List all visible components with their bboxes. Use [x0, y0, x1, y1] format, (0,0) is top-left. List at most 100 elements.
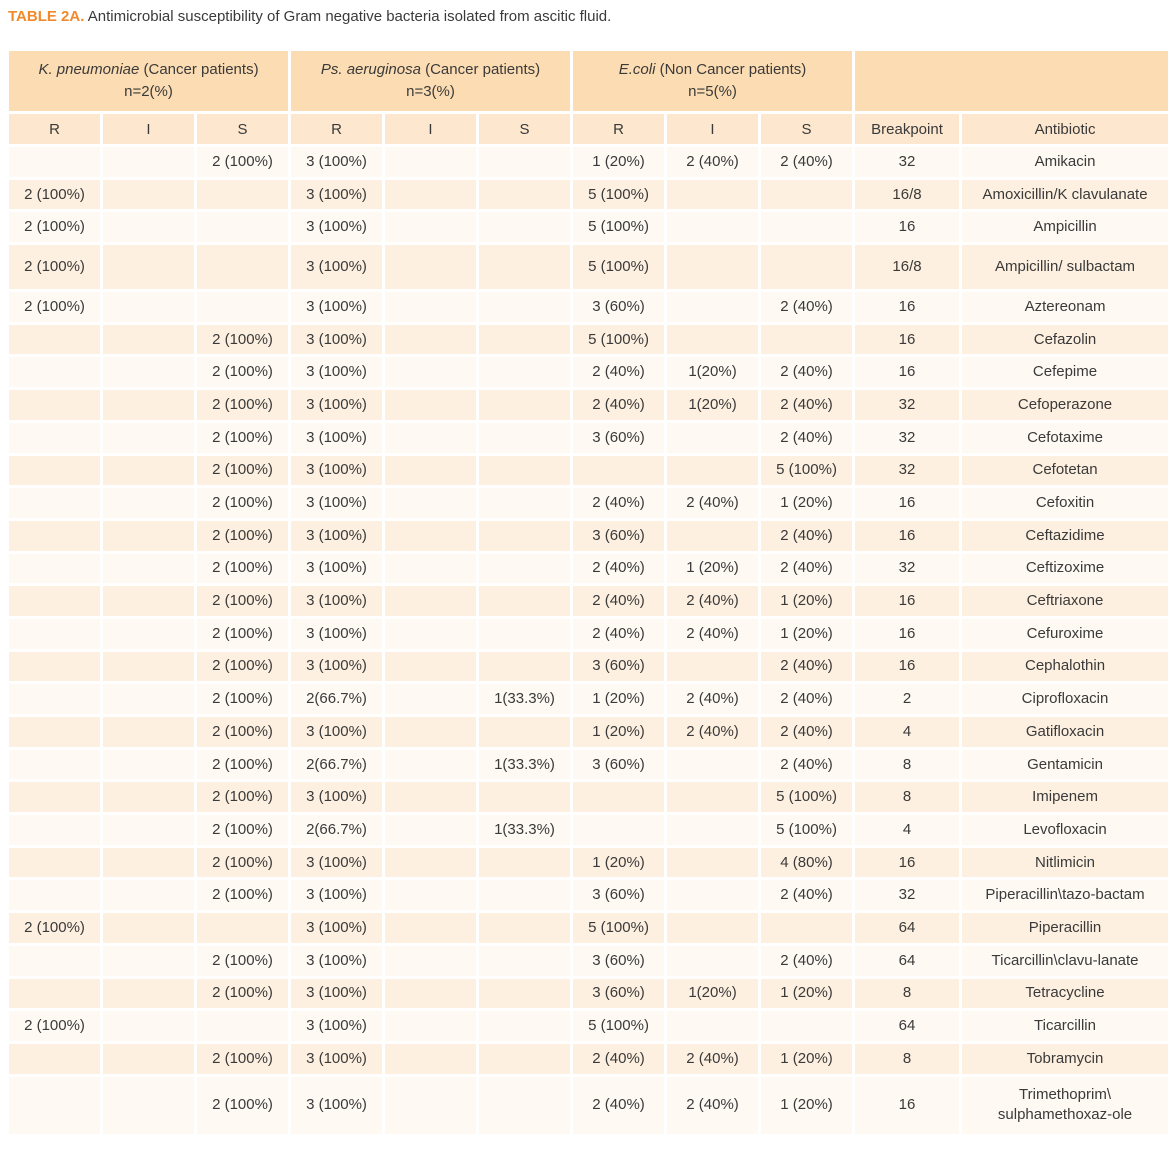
- table-row: 2 (100%) 3 (100%) 5 (100%) 64 Ticarcillin: [9, 1011, 1169, 1041]
- cell-ec-i: 2 (40%): [667, 147, 759, 177]
- cell-antibiotic: Ceftriaxone: [962, 586, 1169, 616]
- table-row: 2 (100%) 3 (100%) 5 (100%) 64 Piperacillin: [9, 913, 1169, 943]
- cell-kp-i: [103, 324, 194, 355]
- cell-pa-s: [479, 553, 571, 584]
- cell-kp-s: [197, 245, 288, 290]
- cell-ec-i: [667, 455, 759, 486]
- cell-pa-r: 3 (100%): [291, 455, 382, 486]
- cell-breakpoint: 32: [855, 880, 960, 911]
- table-row: 2 (100%) 3 (100%) 5 (100%) 8 Imipenem: [9, 782, 1169, 813]
- cell-ec-r: 5 (100%): [573, 324, 665, 355]
- cell-pa-r: 3 (100%): [291, 553, 382, 584]
- cell-ec-r: [573, 782, 665, 813]
- cell-kp-r: [9, 520, 100, 551]
- sample-size: n=5(%): [688, 83, 737, 100]
- cell-ec-i: 2 (40%): [667, 684, 759, 714]
- cell-kp-r: [9, 684, 100, 714]
- cell-ec-i: [667, 245, 759, 290]
- cell-kp-s: 2 (100%): [197, 455, 288, 486]
- cell-ec-i: [667, 880, 759, 911]
- cell-pa-i: [385, 880, 476, 911]
- cell-breakpoint: 32: [855, 390, 960, 420]
- cell-ec-r: 3 (60%): [573, 520, 665, 551]
- column-header-row: R I S R I S R I S Breakpoint Antibiotic: [9, 114, 1169, 144]
- column-header: R: [291, 114, 382, 144]
- cell-pa-s: [479, 520, 571, 551]
- cell-pa-s: [479, 212, 571, 243]
- cell-pa-i: [385, 586, 476, 616]
- cell-kp-r: [9, 553, 100, 584]
- cell-pa-s: [479, 586, 571, 616]
- cell-ec-i: 2 (40%): [667, 1076, 759, 1134]
- cell-kp-s: 2 (100%): [197, 978, 288, 1009]
- organism-name: E.coli: [618, 61, 656, 78]
- cell-breakpoint: 64: [855, 1011, 960, 1041]
- cell-ec-i: 2 (40%): [667, 586, 759, 616]
- cell-ec-s: 5 (100%): [761, 782, 853, 813]
- cell-kp-i: [103, 147, 194, 177]
- cell-breakpoint: 32: [855, 553, 960, 584]
- cell-kp-r: [9, 978, 100, 1009]
- cell-pa-i: [385, 390, 476, 420]
- cell-breakpoint: 16: [855, 651, 960, 682]
- cell-ec-i: 1(20%): [667, 978, 759, 1009]
- cell-breakpoint: 16: [855, 520, 960, 551]
- cell-ec-s: 2 (40%): [761, 520, 853, 551]
- cell-kp-i: [103, 179, 194, 210]
- cell-antibiotic: Cefazolin: [962, 324, 1169, 355]
- cell-ec-r: 5 (100%): [573, 913, 665, 943]
- cell-ec-s: 2 (40%): [761, 684, 853, 714]
- cell-ec-s: 2 (40%): [761, 147, 853, 177]
- cell-breakpoint: 16/8: [855, 179, 960, 210]
- sample-size: n=3(%): [406, 83, 455, 100]
- cell-antibiotic: Amoxicillin/K clavulanate: [962, 179, 1169, 210]
- cell-breakpoint: 32: [855, 422, 960, 453]
- cell-antibiotic: Ticarcillin: [962, 1011, 1169, 1041]
- column-header: I: [103, 114, 194, 144]
- cell-kp-r: 2 (100%): [9, 245, 100, 290]
- cell-antibiotic: Gatifloxacin: [962, 717, 1169, 747]
- cell-pa-s: 1(33.3%): [479, 684, 571, 714]
- cell-kp-i: [103, 1011, 194, 1041]
- cell-ec-i: [667, 749, 759, 780]
- cell-ec-r: [573, 815, 665, 845]
- cell-ec-s: 2 (40%): [761, 357, 853, 388]
- cell-pa-i: [385, 978, 476, 1009]
- patient-type: (Non Cancer patients): [655, 61, 807, 78]
- cell-pa-r: 3 (100%): [291, 390, 382, 420]
- cell-antibiotic: Ticarcillin\clavu-lanate: [962, 945, 1169, 976]
- cell-ec-s: [761, 179, 853, 210]
- cell-ec-r: 5 (100%): [573, 212, 665, 243]
- column-header: I: [667, 114, 759, 144]
- cell-ec-i: [667, 945, 759, 976]
- cell-antibiotic: Nitlimicin: [962, 847, 1169, 878]
- cell-antibiotic: Ceftizoxime: [962, 553, 1169, 584]
- cell-ec-r: 3 (60%): [573, 749, 665, 780]
- cell-kp-i: [103, 488, 194, 518]
- cell-pa-s: [479, 717, 571, 747]
- patient-type: (Cancer patients): [420, 61, 541, 78]
- group-header-empty: [855, 51, 1169, 111]
- cell-pa-r: 3 (100%): [291, 245, 382, 290]
- cell-pa-s: [479, 357, 571, 388]
- cell-kp-s: [197, 1011, 288, 1041]
- cell-ec-r: 2 (40%): [573, 553, 665, 584]
- cell-kp-i: [103, 978, 194, 1009]
- cell-pa-r: 3 (100%): [291, 179, 382, 210]
- cell-pa-r: 3 (100%): [291, 1011, 382, 1041]
- cell-kp-r: [9, 586, 100, 616]
- cell-pa-r: 3 (100%): [291, 651, 382, 682]
- cell-pa-r: 3 (100%): [291, 292, 382, 322]
- table-row: 2 (100%) 3 (100%) 5 (100%) 16 Cefazolin: [9, 324, 1169, 355]
- cell-breakpoint: 8: [855, 782, 960, 813]
- cell-antibiotic: Ceftazidime: [962, 520, 1169, 551]
- cell-kp-i: [103, 553, 194, 584]
- column-header: S: [761, 114, 853, 144]
- table-row: 2 (100%) 2(66.7%) 1(33.3%) 3 (60%) 2 (40%) 8 G…: [9, 749, 1169, 780]
- cell-antibiotic: Amikacin: [962, 147, 1169, 177]
- cell-pa-r: 3 (100%): [291, 913, 382, 943]
- cell-kp-i: [103, 212, 194, 243]
- cell-ec-r: 2 (40%): [573, 390, 665, 420]
- cell-ec-s: 2 (40%): [761, 945, 853, 976]
- cell-pa-i: [385, 179, 476, 210]
